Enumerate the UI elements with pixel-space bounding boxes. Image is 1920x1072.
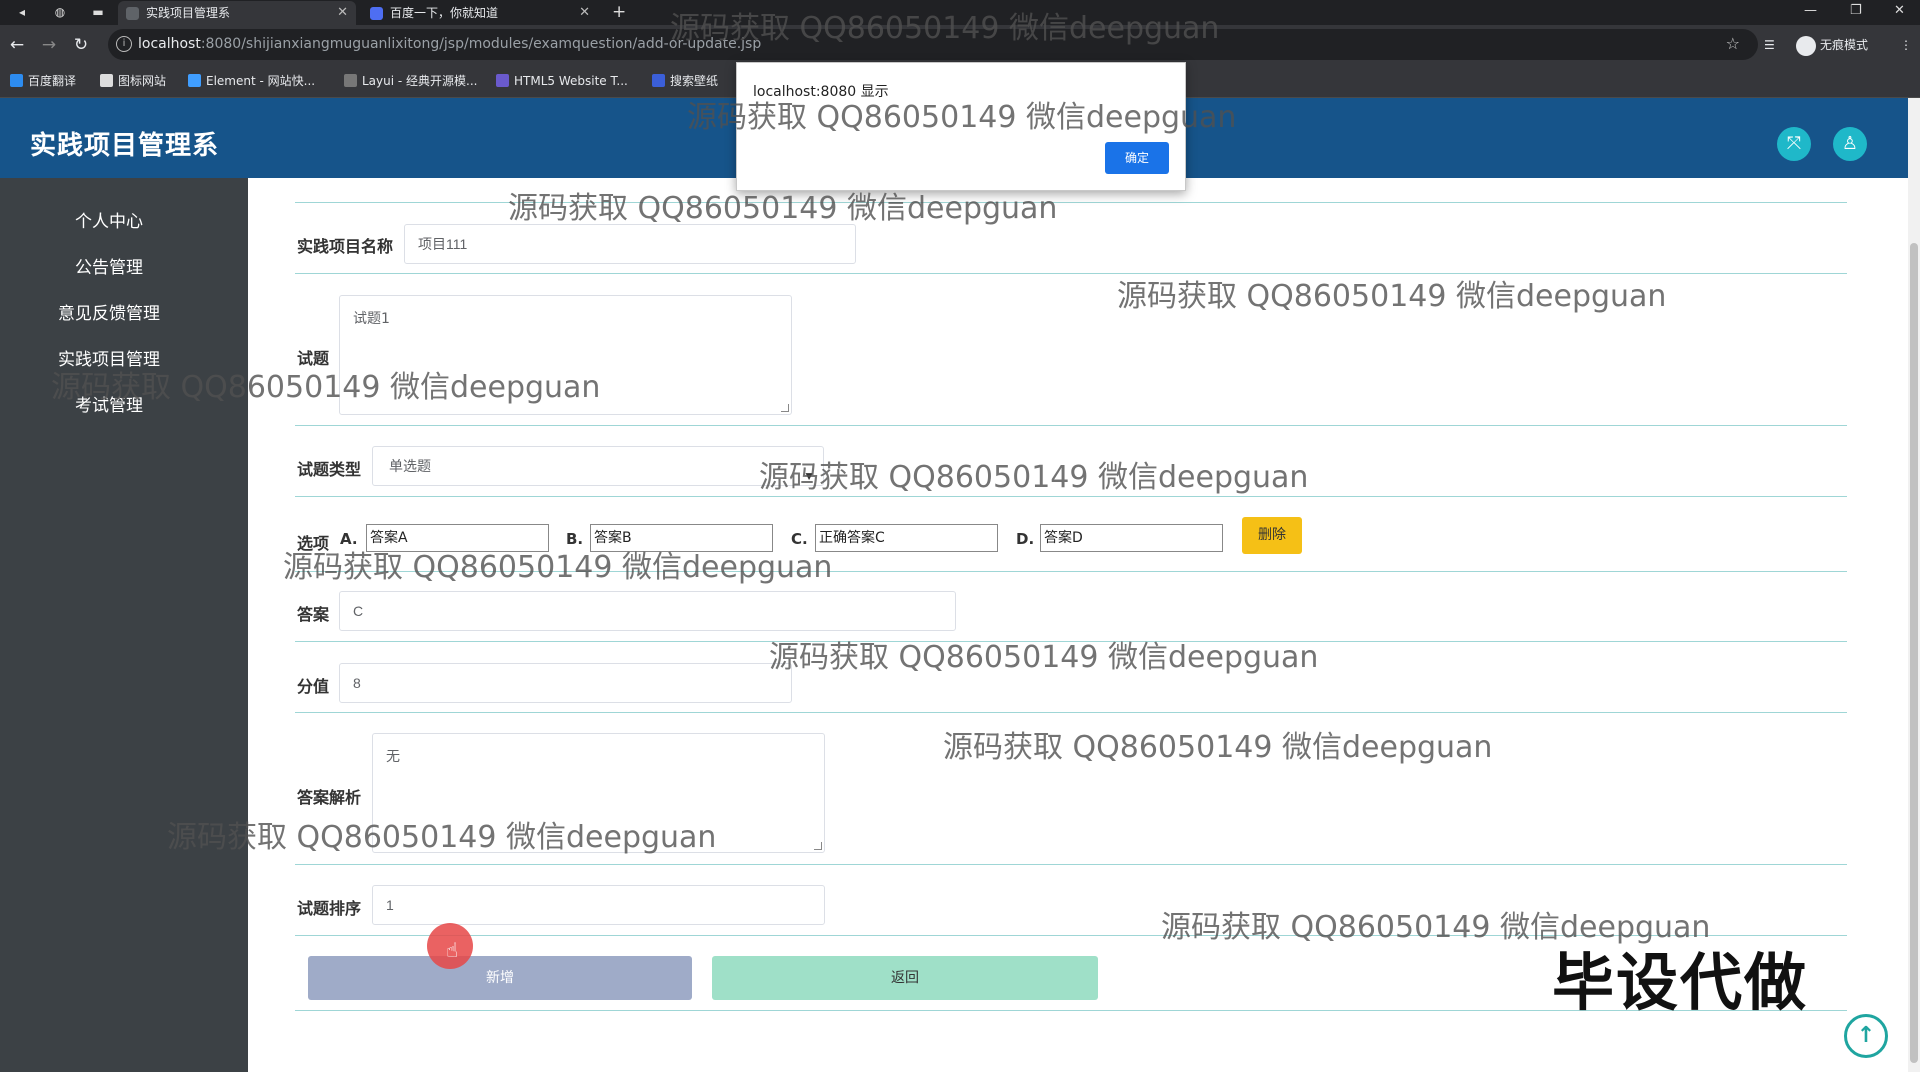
watermark-text: 源码获取 QQ86050149 微信deepguan xyxy=(283,550,833,585)
globe-icon[interactable]: ◍ xyxy=(50,3,70,21)
bookmark-item[interactable]: Layui - 经典开源模... xyxy=(344,65,477,97)
watermark-text: 源码获取 QQ86050149 微信deepguan xyxy=(943,730,1493,765)
alert-ok-button[interactable]: 确定 xyxy=(1105,142,1169,174)
window-icon[interactable]: ▬ xyxy=(88,3,108,21)
bookmark-item[interactable]: 图标网站 xyxy=(100,65,166,97)
analysis-text: 无 xyxy=(386,749,400,765)
close-tab-icon[interactable]: ✕ xyxy=(579,1,590,25)
url-text[interactable]: localhost:8080/shijianxiangmuguanlixiton… xyxy=(138,29,761,60)
watermark-text: 源码获取 QQ86050149 微信deepguan xyxy=(167,820,717,855)
score-input[interactable]: 8 xyxy=(339,663,792,703)
form-divider xyxy=(295,425,1847,426)
hand-cursor-icon: ☝ xyxy=(446,938,459,962)
watermark-big-text: 毕设代做 xyxy=(1552,946,1809,1019)
tab-baidu[interactable]: 百度一下，你就知道 ✕ xyxy=(362,1,598,25)
resize-grip-icon[interactable] xyxy=(814,842,822,850)
watermark-text: 源码获取 QQ86050149 微信deepguan xyxy=(670,11,1220,46)
option-c-input[interactable]: 正确答案C xyxy=(815,524,998,552)
form-divider xyxy=(295,496,1847,497)
watermark-text: 源码获取 QQ86050149 微信deepguan xyxy=(1117,279,1667,314)
reload-icon[interactable]: ↻ xyxy=(70,34,92,56)
sidebar-item-notice[interactable]: 公告管理 xyxy=(0,256,218,280)
question-type-value: 单选题 xyxy=(389,458,431,474)
watermark-text: 源码获取 QQ86050149 微信deepguan xyxy=(508,191,1058,226)
back-button[interactable]: 返回 xyxy=(712,956,1098,1000)
page-scrollbar[interactable] xyxy=(1908,98,1920,1072)
watermark-text: 源码获取 QQ86050149 微信deepguan xyxy=(769,640,1319,675)
tab-title: 百度一下，你就知道 xyxy=(390,6,499,20)
question-text: 试题1 xyxy=(353,311,390,327)
bookmark-item[interactable]: Element - 网站快... xyxy=(188,65,315,97)
watermark-text: 源码获取 QQ86050149 微信deepguan xyxy=(759,460,1309,495)
tab-audio-icon[interactable]: ◂ xyxy=(12,3,32,21)
form-divider xyxy=(295,712,1847,713)
tab-active[interactable]: 实践项目管理系 ✕ xyxy=(118,1,356,25)
bookmark-item[interactable]: HTML5 Website T... xyxy=(496,65,628,97)
scroll-to-top-icon[interactable]: ↑ xyxy=(1844,1014,1888,1058)
forward-icon[interactable]: → xyxy=(38,34,60,56)
option-d-input[interactable]: 答案D xyxy=(1040,524,1223,552)
sidebar-item-feedback[interactable]: 意见反馈管理 xyxy=(0,302,218,326)
option-d-letter: D. xyxy=(1016,530,1035,548)
order-label: 试题排序 xyxy=(297,899,362,918)
sidebar-item-personal[interactable]: 个人中心 xyxy=(0,210,218,234)
restore-icon[interactable]: ❐ xyxy=(1850,0,1862,22)
tab-favicon-icon xyxy=(370,7,383,20)
bookmark-item[interactable]: 百度翻译 xyxy=(10,65,76,97)
back-icon[interactable]: ← xyxy=(6,34,28,56)
tab-title: 实践项目管理系 xyxy=(146,6,231,20)
analysis-label: 答案解析 xyxy=(297,788,362,807)
bookmark-star-icon[interactable]: ☆ xyxy=(1726,34,1740,53)
close-tab-icon[interactable]: ✕ xyxy=(337,1,348,25)
fullscreen-icon[interactable]: ⤧ xyxy=(1777,127,1811,161)
question-type-select[interactable]: 单选题 ▼ xyxy=(372,446,824,486)
submit-add-button[interactable]: 新增 xyxy=(308,956,692,1000)
form-divider xyxy=(295,864,1847,865)
site-info-icon[interactable]: i xyxy=(116,36,132,52)
answer-input[interactable]: C xyxy=(339,591,956,631)
watermark-text: 源码获取 QQ86050149 微信deepguan xyxy=(51,370,601,405)
resize-grip-icon[interactable] xyxy=(781,404,789,412)
score-label: 分值 xyxy=(297,677,330,696)
project-name-input[interactable]: 项目111 xyxy=(404,224,856,264)
minimize-icon[interactable]: — xyxy=(1804,0,1817,22)
incognito-indicator[interactable]: 无痕模式 xyxy=(1796,34,1868,56)
answer-label: 答案 xyxy=(297,605,330,624)
tab-favicon-icon xyxy=(126,7,139,20)
scrollbar-thumb[interactable] xyxy=(1910,243,1918,1063)
question-type-label: 试题类型 xyxy=(297,460,362,479)
sidebar: 个人中心 公告管理 意见反馈管理 实践项目管理 考试管理 xyxy=(0,178,248,1072)
html5-icon xyxy=(496,74,509,87)
close-window-icon[interactable]: ✕ xyxy=(1894,0,1905,22)
reading-list-icon[interactable]: ☰ xyxy=(1764,34,1775,56)
watermark-text: 源码获取 QQ86050149 微信deepguan xyxy=(687,100,1237,135)
incognito-label: 无痕模式 xyxy=(1820,38,1869,52)
incognito-icon xyxy=(1796,35,1816,56)
delete-option-button[interactable]: 删除 xyxy=(1242,517,1302,554)
new-tab-button[interactable]: + xyxy=(612,0,626,24)
layui-icon xyxy=(344,74,357,87)
translate-icon xyxy=(10,74,23,87)
user-icon[interactable]: ♙ xyxy=(1833,127,1867,161)
menu-dots-icon[interactable]: ⋮ xyxy=(1900,34,1912,56)
order-input[interactable]: 1 xyxy=(372,885,825,925)
element-icon xyxy=(188,74,201,87)
project-name-label: 实践项目名称 xyxy=(297,237,394,256)
wallpaper-icon xyxy=(652,74,665,87)
flag-icon xyxy=(100,74,113,87)
